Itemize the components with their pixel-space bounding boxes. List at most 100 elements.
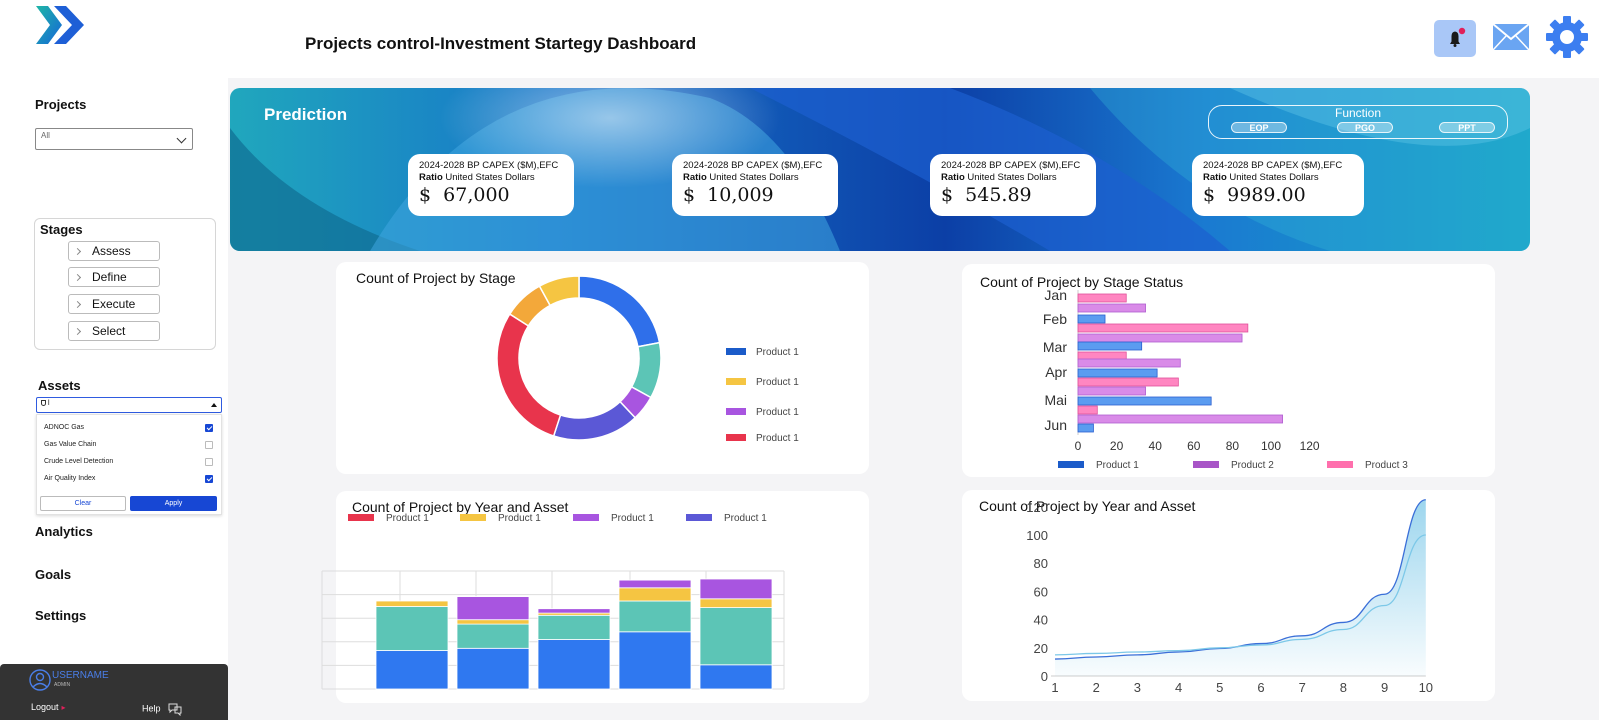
asset-option[interactable]: Gas Value Chain — [44, 441, 96, 448]
asset-option[interactable]: Air Quality Index — [44, 475, 95, 482]
assets-search-input[interactable]: l — [36, 397, 222, 413]
asset-checkbox[interactable] — [205, 475, 213, 483]
bar — [1077, 405, 1098, 415]
tick-label: 3 — [1134, 680, 1141, 695]
legend-swatch — [726, 408, 746, 415]
function-option-ppt[interactable]: PPT — [1439, 122, 1495, 133]
stage-execute[interactable]: Execute — [68, 294, 160, 314]
stacked-bar-segment — [456, 623, 530, 649]
help-icon — [168, 703, 182, 717]
tick-label: 120 — [1026, 500, 1048, 515]
donut-chart: Product 1 Product 1 Product 1 Product 1 — [496, 275, 799, 444]
donut-slice — [496, 313, 562, 437]
help-button[interactable]: Help — [142, 702, 183, 717]
legend-label: Product 1 — [724, 513, 767, 524]
stacked-bar-segment — [618, 600, 692, 633]
tick-label: 80 — [1034, 556, 1048, 571]
clear-button[interactable]: Clear — [40, 496, 126, 511]
tick-label: 60 — [1034, 584, 1048, 599]
tick-label: 5 — [1216, 680, 1223, 695]
stage-define[interactable]: Define — [68, 267, 160, 287]
prediction-title: Prediction — [264, 105, 348, 124]
tick-label: 100 — [1026, 528, 1048, 543]
asset-option[interactable]: ADNOC Gas — [44, 424, 84, 431]
category-label: Apr — [1045, 364, 1067, 380]
help-label: Help — [142, 703, 161, 714]
stacked-bar-segment — [537, 639, 611, 690]
function-option-pgo[interactable]: PGO — [1337, 122, 1393, 133]
logo-icon — [36, 6, 84, 44]
function-option-eop[interactable]: EOP — [1231, 122, 1287, 133]
logout-button[interactable]: Logout ▸ — [31, 702, 66, 712]
stacked-bar-segment — [699, 578, 773, 600]
page-title: Projects control-Investment Startegy Das… — [305, 34, 697, 53]
legend-swatch — [573, 514, 599, 521]
kpi-title: 2024-2028 BP CAPEX ($M),EFC — [419, 160, 559, 171]
area-fill — [1055, 499, 1426, 676]
assets-dropdown: ADNOC Gas Gas Value Chain Crude Level De… — [36, 414, 222, 515]
tick-label: 40 — [1149, 439, 1163, 453]
chevron-right-icon — [73, 300, 82, 309]
stage-assess[interactable]: Assess — [68, 241, 160, 261]
legend-label: Product 1 — [386, 513, 429, 524]
tick-label: 20 — [1110, 439, 1124, 453]
asset-checkbox[interactable] — [205, 458, 213, 466]
kpi-card: 2024-2028 BP CAPEX ($M),EFC Ratio United… — [1192, 154, 1364, 216]
kpi-subtitle: Ratio United States Dollars — [683, 172, 827, 183]
kpi-card: 2024-2028 BP CAPEX ($M),EFC Ratio United… — [408, 154, 574, 216]
stacked-bar-segment — [618, 587, 692, 602]
user-role: ADMIN — [54, 682, 71, 688]
asset-option[interactable]: Crude Level Detection — [44, 458, 113, 465]
kpi-value: $ 9989.00 — [1203, 184, 1306, 206]
stacked-bar-segment — [699, 598, 773, 609]
tick-label: 60 — [1187, 439, 1201, 453]
kpi-ratio: Ratio — [419, 172, 443, 183]
tick-label: 8 — [1340, 680, 1347, 695]
stacked-bar-segment — [375, 606, 449, 651]
user-avatar-icon[interactable] — [28, 668, 52, 692]
apply-button[interactable]: Apply — [130, 496, 217, 511]
nav-goals[interactable]: Goals — [35, 567, 71, 582]
gear-icon[interactable] — [1545, 15, 1589, 59]
legend-label: Product 1 — [498, 513, 541, 524]
kpi-unit: United States Dollars — [1229, 172, 1319, 183]
stage-label: Define — [92, 270, 127, 284]
shield-icon — [41, 400, 46, 407]
bar — [1077, 396, 1212, 406]
legend-label: Product 1 — [756, 377, 799, 388]
bar — [1077, 423, 1094, 433]
tick-label: 4 — [1175, 680, 1182, 695]
tick-label: 20 — [1034, 641, 1048, 656]
kpi-title: 2024-2028 BP CAPEX ($M),EFC — [683, 160, 823, 171]
stacked-bar-segment — [456, 619, 530, 625]
mail-icon[interactable] — [1492, 22, 1530, 52]
category-label: Feb — [1043, 311, 1067, 327]
kpi-subtitle: Ratio United States Dollars — [419, 172, 563, 183]
legend-label: Product 1 — [611, 513, 654, 524]
legend-swatch — [348, 514, 374, 521]
chart-card-year-asset-bars: Count of Project by Year and Asset Produ… — [321, 491, 869, 703]
asset-checkbox[interactable] — [205, 424, 213, 432]
legend-swatch — [1058, 461, 1084, 468]
chevron-right-icon — [73, 273, 82, 282]
donut-slice — [552, 400, 637, 441]
projects-select[interactable]: All — [35, 128, 193, 150]
nav-analytics[interactable]: Analytics — [35, 524, 93, 539]
kpi-value: $ 67,000 — [419, 184, 510, 206]
asset-checkbox[interactable] — [205, 441, 213, 449]
nav-settings[interactable]: Settings — [35, 608, 86, 623]
user-bar: USERNAME ADMIN Logout ▸ Help — [0, 664, 228, 720]
stacked-bar-segment — [537, 608, 611, 614]
assets-label: Assets — [38, 378, 81, 393]
chart-card-year-asset-area: Count of Project by Year and Asset 0 20 40… — [962, 490, 1495, 701]
stages-label: Stages — [40, 222, 83, 237]
stage-select[interactable]: Select — [68, 321, 160, 341]
stage-label: Execute — [92, 297, 136, 311]
bar — [1077, 377, 1179, 387]
bell-button[interactable] — [1434, 20, 1476, 57]
legend-label: Product 2 — [1231, 460, 1274, 471]
stage-label: Assess — [92, 244, 131, 258]
legend-swatch — [686, 514, 712, 521]
stage-label: Select — [92, 324, 126, 338]
prediction-banner: Prediction Function EOP PGO PPT 2024-202… — [230, 88, 1530, 251]
